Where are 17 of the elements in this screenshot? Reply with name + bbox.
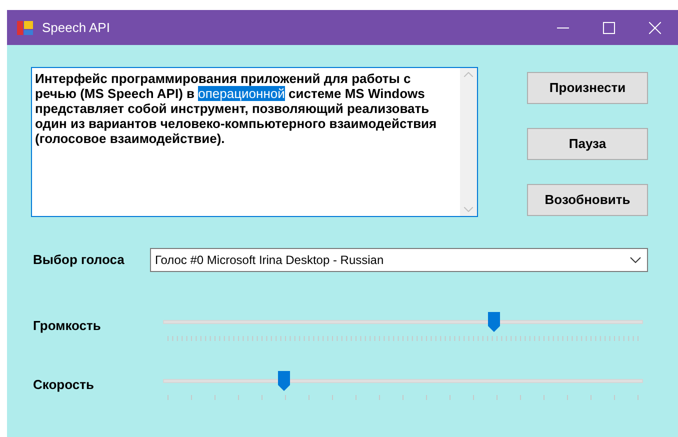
minimize-icon — [557, 26, 569, 28]
voice-dropdown[interactable]: Голос #0 Microsoft Irina Desktop - Russian — [150, 248, 648, 272]
action-button[interactable]: Произнести — [527, 72, 648, 104]
slider-label: Скорость — [33, 376, 95, 394]
voice-label: Выбор голоса — [33, 251, 126, 270]
chevron-down-icon — [630, 257, 641, 263]
window-title: Speech API — [42, 18, 110, 37]
slider-label: Громкость — [33, 317, 102, 335]
slider-thumb[interactable] — [488, 312, 500, 332]
slider-thumb[interactable] — [278, 371, 290, 391]
app-icon — [17, 20, 33, 36]
action-button[interactable]: Пауза — [527, 128, 648, 160]
text-content: Интерфейс программирования приложений для работы с речью (MS Speech API) в операционной системе MS Windows представляет собой инструмент, позволяющий реализовать один из вариантов человеко-компьютерного взаимодействия (голосовое взаимодействие). — [35, 71, 438, 146]
close-icon — [649, 22, 661, 34]
maximize-icon — [603, 22, 615, 34]
text-area[interactable] — [31, 67, 478, 217]
action-button[interactable]: Возобновить — [527, 184, 648, 216]
